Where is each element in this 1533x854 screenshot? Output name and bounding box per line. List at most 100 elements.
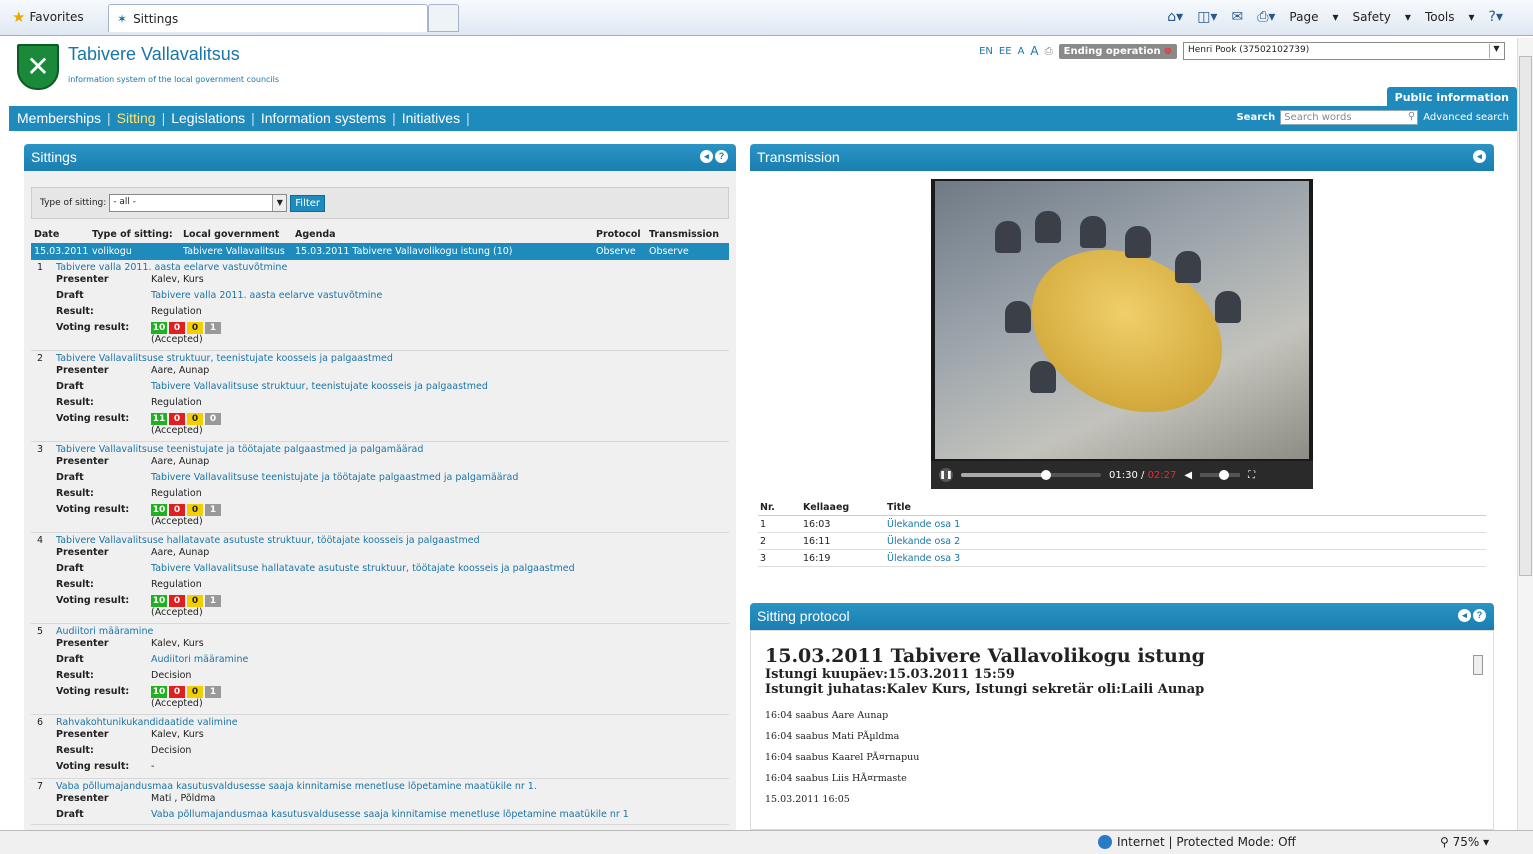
collapse-icon[interactable]: ◂ xyxy=(1473,150,1486,163)
table-cell[interactable]: Ülekande osa 3 xyxy=(887,553,960,564)
progress-knob[interactable] xyxy=(1041,470,1052,480)
help-icon[interactable]: ? xyxy=(715,150,728,163)
result-value: Decision xyxy=(151,670,192,681)
sittings-table: Date Type of sitting: Local government A… xyxy=(31,227,729,825)
main-nav: Memberships | Sitting | Legislations | Info… xyxy=(9,106,1517,131)
voting-label: Voting result: xyxy=(56,686,130,697)
public-information-tab[interactable]: Public information xyxy=(1386,87,1517,108)
protocol-log-line: 16:04 saabus Liis HÃ¤rmaste xyxy=(765,773,907,784)
table-cell[interactable]: Ülekande osa 1 xyxy=(887,519,960,530)
agenda-title-link[interactable]: Tabivere Vallavalitsuse hallatavate asut… xyxy=(56,535,480,546)
agenda-number: 7 xyxy=(37,781,44,792)
font-smaller-button[interactable]: A xyxy=(1018,46,1025,57)
vote-status: (Accepted) xyxy=(151,425,203,436)
video-player[interactable]: ❚❚ 01:30 / 02:27 ◀ ⛶ xyxy=(931,179,1313,489)
ending-operation-button[interactable]: Ending operation ⊗ xyxy=(1058,43,1177,59)
volume-slider[interactable] xyxy=(1200,470,1241,480)
lang-en[interactable]: EN xyxy=(979,46,993,57)
help-icon[interactable]: ?▾ xyxy=(1489,9,1503,25)
video-progress[interactable] xyxy=(961,470,1101,480)
browser-tab[interactable]: ✶ Sittings xyxy=(108,4,428,32)
mail-icon[interactable]: ✉ xyxy=(1231,9,1243,25)
safety-menu[interactable]: Safety xyxy=(1353,10,1391,24)
protocol-panel-header: Sitting protocol ◂? xyxy=(750,603,1494,630)
collapse-icon[interactable]: ◂ xyxy=(700,150,713,163)
agenda-title-link[interactable]: Tabivere Vallavalitsuse teenistujate ja … xyxy=(56,444,423,455)
transmission-observe-link[interactable]: Observe xyxy=(649,246,689,257)
fullscreen-icon[interactable]: ⛶ xyxy=(1248,470,1255,481)
agenda-title-link[interactable]: Rahvakohtunikukandidaatide valimine xyxy=(56,717,238,728)
coat-of-arms-logo: ✕ xyxy=(17,44,59,90)
draft-link[interactable]: Vaba põllumajandusmaa kasutusvaldusesse … xyxy=(151,809,629,820)
protocol-observe-link[interactable]: Observe xyxy=(596,246,636,257)
search-input[interactable]: Search words ⚲ xyxy=(1280,110,1419,125)
draft-label: Draft xyxy=(56,563,84,574)
draft-link[interactable]: Tabivere Vallavalitsuse teenistujate ja … xyxy=(151,472,518,483)
feeds-icon[interactable]: ◫▾ xyxy=(1197,9,1217,25)
zoom-level[interactable]: 75% xyxy=(1453,835,1480,849)
vote-count: 0 xyxy=(187,595,203,607)
table-cell: 16:19 xyxy=(803,553,831,564)
draft-link[interactable]: Tabivere Vallavalitsuse struktuur, teeni… xyxy=(151,381,488,392)
table-cell: 1 xyxy=(760,519,767,530)
nav-sitting[interactable]: Sitting xyxy=(117,110,156,126)
draft-link[interactable]: Audiitori määramine xyxy=(151,654,248,665)
presenter-value: Aare, Aunap xyxy=(151,547,210,558)
agenda-item: 1 Tabivere valla 2011. aasta eelarve vast… xyxy=(31,260,729,351)
presenter-label: Presenter xyxy=(56,729,109,740)
header-tools: EN EE A A ⎙ Ending operation ⊗ Henri Pook… xyxy=(979,42,1505,60)
protocol-heading: 15.03.2011 Tabivere Vallavolikogu istung xyxy=(765,645,1205,667)
nav-information-systems[interactable]: Information systems xyxy=(261,110,386,126)
print-icon[interactable]: ⎙▾ xyxy=(1257,9,1275,25)
transmission-parts-table: Nr. Kellaaeg Title 1 16:03 Ülekande osa 1 2… xyxy=(758,499,1486,567)
browser-statusbar: Internet | Protected Mode: Off ⚲ 75% ▾ xyxy=(0,830,1533,854)
type-of-sitting-select[interactable]: - all - ▼ xyxy=(109,194,288,212)
font-larger-button[interactable]: A xyxy=(1030,44,1038,58)
user-select[interactable]: Henri Pook (37502102739) ▼ xyxy=(1183,42,1505,60)
nav-memberships[interactable]: Memberships xyxy=(17,110,101,126)
vote-count: 0 xyxy=(169,413,185,425)
lang-ee[interactable]: EE xyxy=(999,46,1012,57)
search-icon[interactable]: ⚲ xyxy=(1408,111,1415,122)
home-icon[interactable]: ⌂▾ xyxy=(1167,9,1183,25)
collapse-icon[interactable]: ◂ xyxy=(1458,609,1471,622)
page-scrollbar[interactable] xyxy=(1517,38,1533,830)
new-tab-button[interactable] xyxy=(428,4,459,32)
draft-link[interactable]: Tabivere Vallavalitsuse hallatavate asut… xyxy=(151,563,575,574)
globe-icon xyxy=(1098,835,1112,849)
org-title[interactable]: Tabivere Vallavalitsus xyxy=(68,44,240,65)
pause-icon[interactable]: ❚❚ xyxy=(939,468,953,482)
agenda-title-link[interactable]: Tabivere valla 2011. aasta eelarve vastu… xyxy=(56,262,287,273)
advanced-search-link[interactable]: Advanced search xyxy=(1423,112,1509,123)
table-row[interactable]: 2 16:11 Ülekande osa 2 xyxy=(758,533,1486,550)
vote-status: (Accepted) xyxy=(151,334,203,345)
favorites-button[interactable]: ★ Favorites xyxy=(12,8,84,26)
protocol-document: 15.03.2011 Tabivere Vallavolikogu istung… xyxy=(765,645,1465,810)
volume-icon[interactable]: ◀ xyxy=(1184,470,1192,481)
print-icon[interactable]: ⎙ xyxy=(1045,46,1053,57)
filter-button[interactable]: Filter xyxy=(290,194,326,212)
chevron-down-icon: ▼ xyxy=(1489,44,1503,58)
sittings-panel-header: Sittings ◂? xyxy=(24,144,736,171)
vote-count: 1 xyxy=(205,595,221,607)
protocol-scrollbar[interactable] xyxy=(1473,641,1485,791)
agenda-number: 3 xyxy=(37,444,44,455)
draft-link[interactable]: Tabivere valla 2011. aasta eelarve vastu… xyxy=(151,290,382,301)
agenda-title-link[interactable]: Audiitori määramine xyxy=(56,626,153,637)
tools-menu[interactable]: Tools xyxy=(1425,10,1455,24)
agenda-title-link[interactable]: Tabivere Vallavalitsuse struktuur, teeni… xyxy=(56,353,393,364)
page-menu[interactable]: Page xyxy=(1289,10,1318,24)
table-cell: 16:03 xyxy=(803,519,831,530)
agenda-title-link[interactable]: Vaba põllumajandusmaa kasutusvaldusesse … xyxy=(56,781,537,792)
selected-sitting-row[interactable]: 15.03.2011 volikogu Tabivere Vallavalits… xyxy=(31,243,729,260)
table-cell[interactable]: Ülekande osa 2 xyxy=(887,536,960,547)
nav-legislations[interactable]: Legislations xyxy=(171,110,245,126)
nav-initiatives[interactable]: Initiatives xyxy=(402,110,460,126)
agenda-number: 5 xyxy=(37,626,44,637)
vote-count: 10 xyxy=(151,686,167,698)
table-row[interactable]: 1 16:03 Ülekande osa 1 xyxy=(758,516,1486,533)
draft-label: Draft xyxy=(56,809,84,820)
security-zone[interactable]: Internet | Protected Mode: Off xyxy=(1117,835,1296,849)
help-icon[interactable]: ? xyxy=(1473,609,1486,622)
table-row[interactable]: 3 16:19 Ülekande osa 3 xyxy=(758,550,1486,567)
